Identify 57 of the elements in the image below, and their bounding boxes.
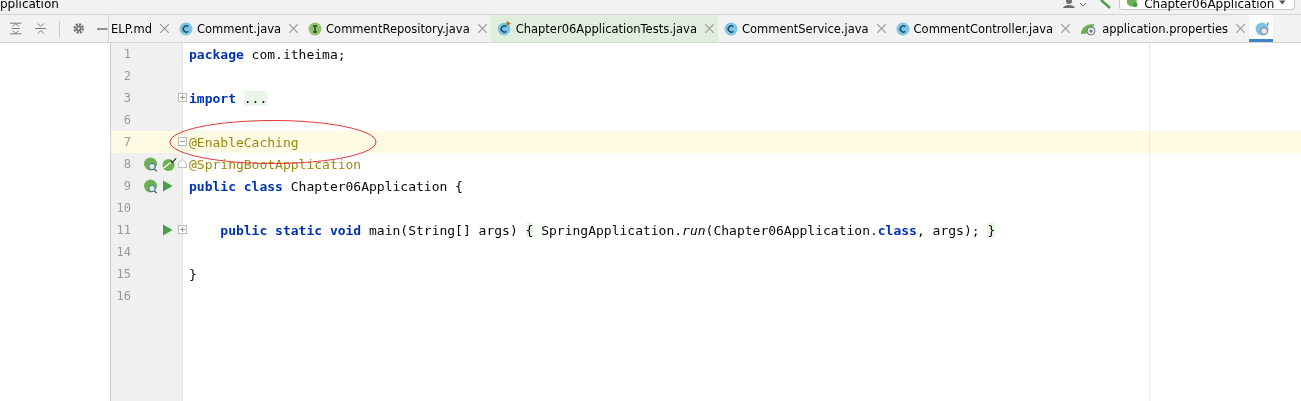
line-number: 6 bbox=[122, 113, 131, 127]
code-line: } bbox=[188, 266, 197, 282]
editor-tab[interactable]: application.properties bbox=[1074, 15, 1249, 42]
person-icon[interactable] bbox=[1061, 0, 1087, 8]
editor-tab[interactable]: ELP.md bbox=[109, 15, 173, 42]
line-number: 11 bbox=[115, 223, 131, 237]
leaf-icon bbox=[1126, 0, 1140, 9]
editor-tab[interactable]: Chapter06ApplicationTests.java bbox=[490, 15, 718, 42]
close-icon[interactable] bbox=[160, 24, 169, 33]
settings-icon[interactable] bbox=[72, 22, 85, 35]
line-number: 14 bbox=[115, 245, 131, 259]
line-number: 7 bbox=[122, 135, 131, 149]
close-icon[interactable] bbox=[477, 24, 487, 33]
fold-end-icon[interactable] bbox=[178, 159, 187, 168]
expand-fold-icon[interactable] bbox=[178, 225, 187, 234]
interface-icon bbox=[308, 21, 323, 36]
expand-fold-icon[interactable] bbox=[178, 93, 187, 102]
line-number: 2 bbox=[122, 69, 131, 83]
editor-tab[interactable]: Comment.java bbox=[173, 15, 303, 42]
expand-all-icon[interactable] bbox=[10, 22, 22, 35]
code-line: @EnableCaching bbox=[188, 134, 299, 150]
editor-tab[interactable] bbox=[1248, 15, 1273, 42]
line-number: 15 bbox=[115, 267, 131, 281]
line-number: 8 bbox=[122, 157, 131, 171]
line-number: 3 bbox=[122, 91, 131, 105]
close-icon[interactable] bbox=[1235, 24, 1245, 33]
editor-tab[interactable]: CommentController.java bbox=[889, 15, 1075, 42]
line-number: 1 bbox=[122, 47, 131, 61]
line-number: 10 bbox=[115, 201, 131, 215]
run-icon[interactable] bbox=[162, 180, 173, 192]
line-number: 9 bbox=[122, 179, 131, 193]
close-icon[interactable] bbox=[289, 24, 299, 33]
class-icon bbox=[179, 21, 193, 36]
close-icon[interactable] bbox=[876, 24, 886, 33]
collapse-all-icon[interactable] bbox=[34, 22, 46, 35]
minimize-icon[interactable] bbox=[97, 27, 108, 30]
close-icon[interactable] bbox=[1061, 24, 1071, 33]
run-icon[interactable] bbox=[162, 224, 173, 236]
caret-icon bbox=[1279, 0, 1286, 5]
code-line: public class Chapter06Application { bbox=[188, 178, 463, 194]
leaf-magnifier-icon[interactable] bbox=[143, 178, 158, 194]
collapse-fold-icon[interactable] bbox=[178, 137, 187, 146]
test-class-icon bbox=[496, 21, 512, 36]
leaf-check-icon[interactable] bbox=[162, 156, 177, 172]
class-icon bbox=[723, 21, 738, 36]
close-icon[interactable] bbox=[704, 24, 714, 33]
code-line: import ... bbox=[188, 90, 268, 106]
class-gear-icon bbox=[1254, 21, 1269, 36]
leaf-gear-icon bbox=[1080, 21, 1099, 36]
code-line: @SpringBootApplication bbox=[188, 156, 362, 172]
code-line: package com.itheima; bbox=[188, 46, 346, 62]
editor-tab[interactable]: CommentRepository.java bbox=[302, 15, 491, 42]
class-icon bbox=[895, 21, 910, 36]
line-number: 16 bbox=[115, 289, 131, 303]
leaf-magnifier-icon[interactable] bbox=[143, 156, 158, 172]
editor-tab[interactable]: CommentService.java bbox=[717, 15, 890, 42]
code-line: public static void main(String[] args) { SpringApplication.run(Chapter06Application.class, args); } bbox=[219, 222, 996, 238]
